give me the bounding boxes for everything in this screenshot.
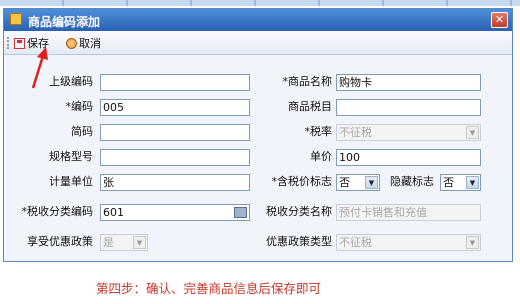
tax-rate-value: 不征税 bbox=[339, 126, 372, 139]
product-name-label: *商品名称 bbox=[282, 75, 333, 88]
spec-model-label: 规格型号 bbox=[49, 150, 93, 163]
unit-input[interactable]: 张 bbox=[100, 174, 250, 191]
product-name-input[interactable]: 购物卡 bbox=[336, 74, 481, 91]
tax-class-code-label: *税收分类编码 bbox=[21, 205, 94, 218]
chevron-down-icon[interactable]: ▼ bbox=[466, 176, 479, 189]
hidden-flag-select[interactable]: 否 ▼ bbox=[440, 174, 481, 191]
cancel-label: 取消 bbox=[79, 37, 101, 50]
preferential-type-label: 优惠政策类型 bbox=[266, 235, 332, 248]
toolbar-grip-icon[interactable] bbox=[7, 37, 9, 49]
superior-code-label: 上级编码 bbox=[49, 75, 93, 88]
unit-price-input[interactable]: 100 bbox=[336, 149, 481, 166]
preferential-enjoy-select: 是 ▼ bbox=[100, 234, 148, 251]
chevron-down-icon: ▼ bbox=[466, 126, 479, 139]
tax-item-input[interactable] bbox=[336, 99, 481, 116]
chevron-down-icon: ▼ bbox=[133, 236, 146, 249]
code-label: *编码 bbox=[65, 100, 94, 113]
preferential-type-value: 不征税 bbox=[339, 236, 372, 249]
product-code-add-dialog: 商品编码添加 ✕ 保存 取消 上级编码 *商品名称 购物卡 *编码 005 商品… bbox=[3, 8, 513, 262]
tax-rate-select: 不征税 ▼ bbox=[336, 124, 481, 141]
short-code-label: 简码 bbox=[71, 125, 93, 138]
tax-class-name-input: 预付卡销售和充值 bbox=[336, 204, 481, 221]
hidden-flag-value: 否 bbox=[443, 176, 454, 189]
code-input[interactable]: 005 bbox=[100, 99, 250, 116]
cancel-icon bbox=[66, 37, 77, 49]
close-button[interactable]: ✕ bbox=[491, 12, 508, 28]
hidden-flag-label: 隐藏标志 bbox=[390, 175, 434, 188]
window-icon bbox=[10, 13, 22, 25]
tax-class-code-input[interactable]: 601 bbox=[100, 204, 250, 221]
tax-included-flag-value: 否 bbox=[339, 176, 350, 189]
window-title: 商品编码添加 bbox=[28, 15, 101, 29]
unit-label: 计量单位 bbox=[49, 175, 93, 188]
tax-item-label: 商品税目 bbox=[288, 100, 332, 113]
cancel-button[interactable]: 取消 bbox=[66, 35, 101, 51]
tax-included-flag-label: *含税价标志 bbox=[271, 175, 333, 188]
tax-included-flag-select[interactable]: 否 ▼ bbox=[336, 174, 380, 191]
save-label: 保存 bbox=[27, 37, 49, 50]
preferential-enjoy-label: 享受优惠政策 bbox=[27, 235, 93, 248]
lookup-icon[interactable] bbox=[234, 207, 247, 218]
unit-price-label: 单价 bbox=[310, 150, 332, 163]
tax-class-name-label: 税收分类名称 bbox=[266, 205, 332, 218]
tax-rate-label: *税率 bbox=[304, 125, 333, 138]
save-icon bbox=[14, 37, 25, 49]
superior-code-input[interactable] bbox=[100, 74, 250, 91]
chevron-down-icon[interactable]: ▼ bbox=[365, 176, 378, 189]
toolbar: 保存 取消 bbox=[4, 31, 512, 55]
preferential-enjoy-value: 是 bbox=[103, 236, 114, 249]
step-caption: 第四步：确认、完善商品信息后保存即可 bbox=[96, 281, 322, 296]
preferential-type-select: 不征税 ▼ bbox=[336, 234, 481, 251]
background-window-strip bbox=[0, 0, 520, 6]
title-bar[interactable]: 商品编码添加 ✕ bbox=[4, 9, 512, 31]
tax-class-code-value: 601 bbox=[103, 206, 124, 219]
product-form: 上级编码 *商品名称 购物卡 *编码 005 商品税目 简码 *税率 不征税 ▼… bbox=[4, 56, 512, 261]
chevron-down-icon: ▼ bbox=[466, 236, 479, 249]
short-code-input[interactable] bbox=[100, 124, 250, 141]
save-button[interactable]: 保存 bbox=[14, 35, 49, 51]
spec-model-input[interactable] bbox=[100, 149, 250, 166]
